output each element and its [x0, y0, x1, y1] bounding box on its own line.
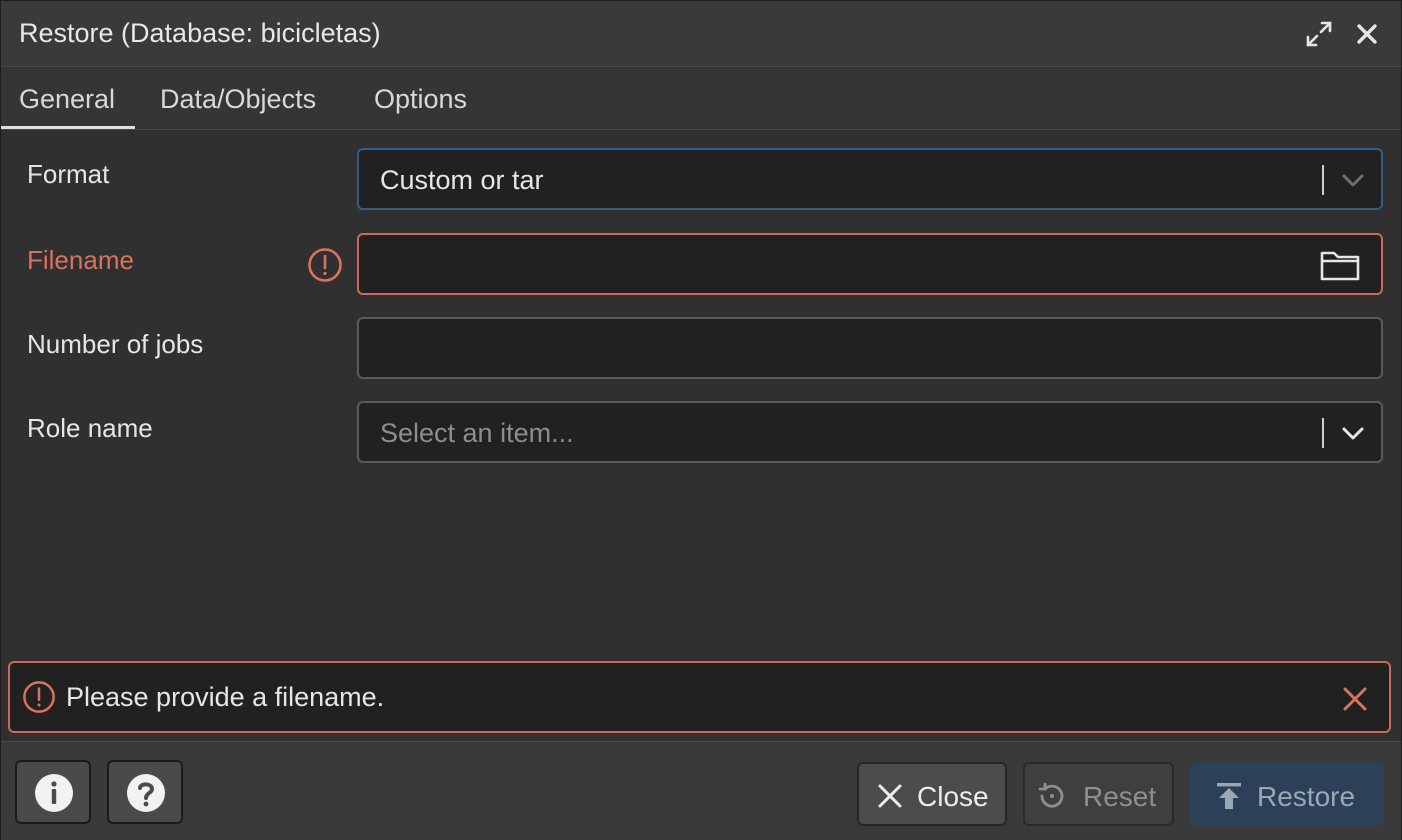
error-alert: Please provide a filename.: [8, 661, 1391, 733]
format-select-value: Custom or tar: [380, 165, 544, 195]
info-icon: [35, 774, 73, 812]
filename-label: Filename: [27, 245, 134, 275]
dialog-footer: Close Reset Restore: [1, 741, 1401, 840]
role-label: Role name: [27, 413, 153, 443]
format-label: Format: [27, 159, 110, 189]
close-button[interactable]: Close: [857, 762, 1007, 826]
dialog-title: Restore (Database: bicicletas): [19, 18, 381, 48]
restore-dialog: Restore (Database: bicicletas) General D…: [0, 0, 1402, 840]
reset-button-label: Reset: [1083, 781, 1157, 812]
jobs-label: Number of jobs: [27, 329, 204, 359]
error-icon: [308, 248, 342, 282]
close-button-label: Close: [917, 781, 989, 812]
chevron-down-icon[interactable]: [1339, 419, 1367, 447]
alert-message: Please provide a filename.: [66, 682, 385, 712]
upload-icon: [1217, 783, 1241, 809]
role-select[interactable]: Select an item...: [357, 401, 1383, 463]
dismiss-alert-icon[interactable]: [1341, 685, 1369, 713]
format-select[interactable]: Custom or tar: [357, 148, 1383, 210]
reset-button[interactable]: Reset: [1023, 762, 1174, 826]
folder-icon[interactable]: [1319, 248, 1361, 282]
filename-input[interactable]: [357, 233, 1383, 295]
select-separator: [1322, 165, 1324, 195]
dialog-titlebar[interactable]: Restore (Database: bicicletas): [1, 1, 1401, 67]
maximize-icon[interactable]: [1304, 19, 1334, 49]
tab-options[interactable]: Options: [374, 68, 467, 130]
alert-error-icon: [23, 681, 55, 713]
info-button[interactable]: [15, 760, 91, 824]
role-select-placeholder: Select an item...: [380, 418, 574, 448]
jobs-input[interactable]: [357, 317, 1383, 379]
select-separator: [1322, 418, 1324, 448]
reset-icon: [1038, 782, 1064, 808]
restore-button[interactable]: Restore: [1190, 762, 1383, 826]
restore-button-label: Restore: [1257, 781, 1356, 812]
close-icon[interactable]: [1352, 19, 1382, 49]
help-button[interactable]: [107, 760, 183, 824]
tab-bar: General Data/Objects Options: [0, 68, 1401, 130]
tab-data-objects[interactable]: Data/Objects: [160, 68, 316, 130]
help-icon: [127, 774, 165, 812]
close-x-icon: [878, 784, 902, 808]
chevron-down-icon[interactable]: [1339, 166, 1367, 194]
tab-general[interactable]: General: [0, 68, 136, 130]
